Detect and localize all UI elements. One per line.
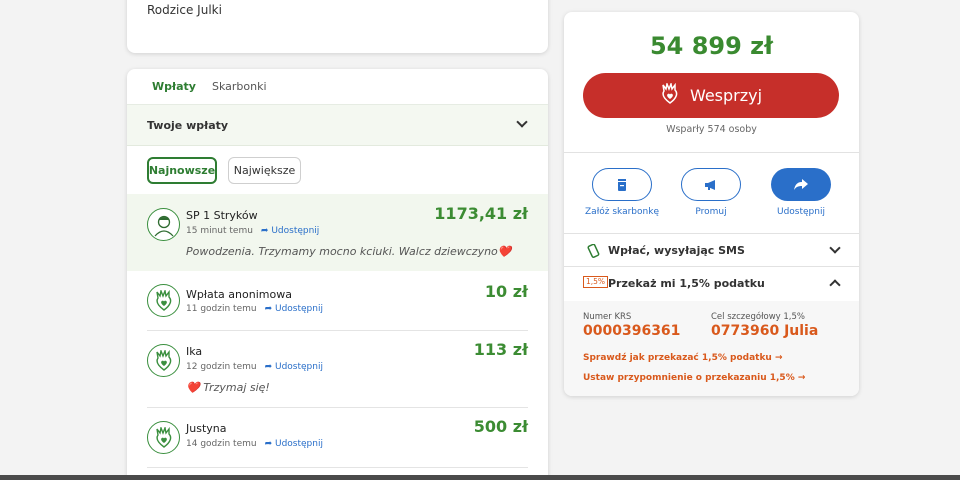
krs-value: 0000396361 <box>583 323 681 339</box>
donation-time: 15 minut temu <box>186 226 253 236</box>
arrow-right-icon: → <box>797 373 806 383</box>
chevron-down-icon <box>829 242 841 254</box>
donor-name: Ika <box>186 345 203 358</box>
heart-hand-logo-icon <box>147 284 180 317</box>
goal-label: Cel szczegółowy 1,5% <box>711 312 805 322</box>
bottom-bar <box>0 475 960 480</box>
share-label: Udostępnij <box>271 226 320 236</box>
supporters-count: Wsparły 574 osoby <box>666 124 757 135</box>
tab-donations[interactable]: Wpłaty <box>146 80 202 107</box>
donation-item: Justyna 14 godzin temu ➦ Udostępnij 500 z… <box>127 408 548 468</box>
donor-name: Wpłata anonimowa <box>186 288 292 301</box>
donation-amount: 10 zł <box>484 282 528 301</box>
donation-meta: 12 godzin temu ➦ Udostępnij <box>186 362 323 372</box>
sms-label: Wpłać, wysyłając SMS <box>608 244 745 257</box>
chevron-up-icon <box>829 279 841 291</box>
piggybank-button[interactable] <box>592 168 652 201</box>
donation-message: ❤️ Trzymaj się! <box>186 381 270 394</box>
megaphone-icon <box>705 179 715 190</box>
donation-meta: 11 godzin temu ➦ Udostępnij <box>186 304 323 314</box>
share-label[interactable]: Udostępnij <box>751 207 851 217</box>
tax-reminder-link[interactable]: Ustaw przypomnienie o przekazaniu 1,5% → <box>583 373 805 383</box>
donor-name: Justyna <box>186 422 227 435</box>
heart-hand-logo-icon <box>147 344 180 377</box>
your-donations-toggle[interactable]: Twoje wpłaty <box>127 105 548 146</box>
donations-panel: Wpłaty Skarbonki Twoje wpłaty Najnowsze … <box>127 69 548 480</box>
donation-amount: 1173,41 zł <box>434 204 528 223</box>
tax-row[interactable]: 1,5% Przekaż mi 1,5% podatku <box>564 267 859 300</box>
share-label: Udostępnij <box>274 304 323 314</box>
donation-item: Ika 12 godzin temu ➦ Udostępnij 113 zł ❤️… <box>127 331 548 408</box>
heart-hand-icon <box>660 80 680 109</box>
donation-meta: 15 minut temu ➦ Udostępnij <box>186 226 319 236</box>
donation-time: 14 godzin temu <box>186 439 257 449</box>
share-link[interactable]: ➦ Udostępnij <box>265 362 323 372</box>
divider <box>147 467 528 468</box>
donation-item: Wpłata anonimowa 11 godzin temu ➦ Udostęp… <box>127 271 548 331</box>
person-avatar-icon <box>147 208 180 241</box>
promote-label[interactable]: Promuj <box>661 207 761 217</box>
donor-name: SP 1 Stryków <box>186 209 258 222</box>
goal-value: 0773960 Julia <box>711 323 819 339</box>
share-arrow-icon: ➦ <box>264 362 275 372</box>
organizer-name: Rodzice Julki <box>147 3 222 17</box>
tax-how-link-label: Sprawdź jak przekazać 1,5% podatku <box>583 353 772 363</box>
share-button[interactable] <box>771 168 831 201</box>
your-donations-label: Twoje wpłaty <box>147 119 229 132</box>
donation-amount: 500 zł <box>473 417 528 436</box>
share-label: Udostępnij <box>274 439 323 449</box>
tab-piggybanks[interactable]: Skarbonki <box>212 80 267 93</box>
share-label: Udostępnij <box>274 362 323 372</box>
donation-item: SP 1 Stryków 15 minut temu ➦ Udostępnij 1… <box>127 194 548 271</box>
share-arrow-icon: ➦ <box>264 304 275 314</box>
jar-icon <box>618 178 626 191</box>
support-panel: 54 899 zł Wesprzyj Wsparły 574 osoby Zał… <box>564 12 859 396</box>
support-button[interactable]: Wesprzyj <box>583 73 839 118</box>
tax-label: Przekaż mi 1,5% podatku <box>608 277 765 290</box>
share-arrow-icon: ➦ <box>264 439 275 449</box>
share-link[interactable]: ➦ Udostępnij <box>265 439 323 449</box>
share-arrow-icon: ➦ <box>260 226 272 236</box>
donations-tabs: Wpłaty Skarbonki <box>127 69 548 107</box>
filter-newest-button[interactable]: Najnowsze <box>147 157 217 184</box>
divider <box>564 152 859 153</box>
filter-largest-button[interactable]: Największe <box>228 157 301 184</box>
donation-time: 11 godzin temu <box>186 304 257 314</box>
chevron-down-icon <box>516 116 528 128</box>
donation-amount: 113 zł <box>473 340 528 359</box>
tax-percent-icon: 1,5% <box>583 276 609 288</box>
sms-row[interactable]: Wpłać, wysyłając SMS <box>564 234 859 267</box>
heart-hand-logo-icon <box>147 421 180 454</box>
organizer-card: Rodzice Julki <box>127 0 548 53</box>
donation-time: 12 godzin temu <box>186 362 257 372</box>
krs-label: Numer KRS <box>583 312 632 322</box>
raised-amount: 54 899 zł <box>649 32 774 60</box>
tax-details: Numer KRS 0000396361 Cel szczegółowy 1,5… <box>564 301 859 396</box>
piggybank-label[interactable]: Załóż skarbonkę <box>572 207 672 217</box>
share-link[interactable]: ➦ Udostępnij <box>265 304 323 314</box>
tax-how-link[interactable]: Sprawdź jak przekazać 1,5% podatku → <box>583 353 783 363</box>
donation-meta: 14 godzin temu ➦ Udostępnij <box>186 439 323 449</box>
arrow-right-icon: → <box>774 353 783 363</box>
support-button-label: Wesprzyj <box>689 86 763 105</box>
tax-reminder-link-label: Ustaw przypomnienie o przekazaniu 1,5% <box>583 373 795 383</box>
phone-icon <box>586 243 600 262</box>
donation-message: Powodzenia. Trzymamy mocno kciuki. Walcz… <box>186 245 512 258</box>
share-link[interactable]: ➦ Udostępnij <box>261 226 319 236</box>
share-icon <box>794 178 808 190</box>
promote-button[interactable] <box>681 168 741 201</box>
